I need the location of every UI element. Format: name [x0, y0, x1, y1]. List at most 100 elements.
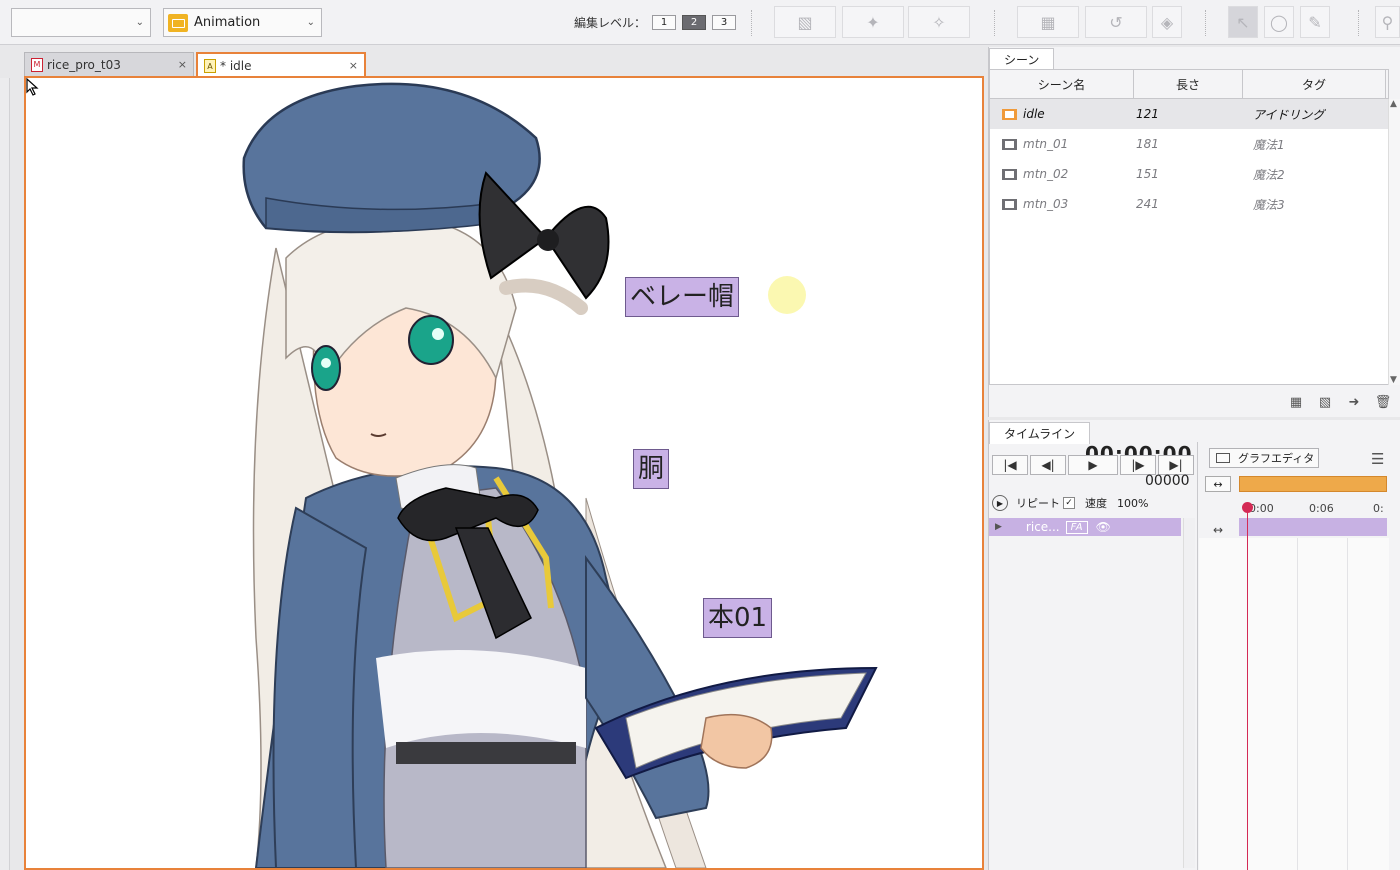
- layer-scrollbar[interactable]: [1183, 518, 1195, 868]
- ruler-label: 0:: [1373, 502, 1384, 515]
- scene-tag: アイドリング: [1253, 107, 1325, 122]
- go-to-end-icon[interactable]: ▶|: [1158, 455, 1194, 475]
- go-to-start-icon[interactable]: |◀: [992, 455, 1028, 475]
- graph-editor-label: グラフエディタ: [1238, 452, 1315, 465]
- table-row[interactable]: mtn_03 241 魔法3: [990, 189, 1388, 219]
- scene-tag: 魔法1: [1253, 137, 1285, 152]
- auto-mesh-icon[interactable]: ✧: [908, 6, 970, 38]
- mouse-cursor-icon: [26, 78, 39, 96]
- ruler-label: 0:06: [1309, 502, 1334, 515]
- repeat-label: リピート: [1016, 497, 1060, 510]
- workspace-dropdown[interactable]: ⌄: [11, 8, 151, 37]
- expand-arrow-icon[interactable]: ▶: [995, 522, 1002, 532]
- timeline-splitter[interactable]: [1197, 442, 1198, 870]
- speed-value[interactable]: 100%: [1117, 497, 1148, 510]
- scene-tag: 魔法3: [1253, 197, 1285, 212]
- scene-film-icon: [1002, 108, 1017, 120]
- edit-level-3-button[interactable]: 3: [712, 15, 737, 30]
- toolbar-separator: [1358, 10, 1359, 36]
- tab-timeline[interactable]: タイムライン: [989, 422, 1091, 444]
- timeline-layer-row[interactable]: ▶ rice... FA 👁: [989, 518, 1181, 536]
- scene-panel: シーン シーン名 長さ タグ idle 121 アイドリング mtn_01 18…: [988, 47, 1400, 417]
- tab-idle[interactable]: A * idle ×: [196, 52, 366, 78]
- new-scene-icon[interactable]: ▦: [1285, 393, 1307, 411]
- repeat-checkbox[interactable]: ✓: [1063, 497, 1075, 509]
- scene-actions: ▦ ▧ ➜ 🗑: [1285, 393, 1400, 411]
- edit-level-2-button[interactable]: 2: [682, 15, 707, 30]
- edit-level-label: 編集レベル：: [574, 16, 647, 30]
- timeline-ruler[interactable]: 0:00 0:06 0:: [1239, 498, 1389, 516]
- edit-level-group: 編集レベル： 1 2 3: [574, 14, 742, 31]
- scene-name: mtn_01: [1023, 137, 1069, 151]
- layer-badge: FA: [1065, 520, 1088, 534]
- part-label-book[interactable]: 本01: [703, 598, 773, 638]
- timeline-track[interactable]: [1239, 518, 1387, 536]
- playhead-handle[interactable]: [1242, 502, 1253, 513]
- column-header-scene-name[interactable]: シーン名: [990, 70, 1134, 98]
- toolbar-separator: [751, 10, 752, 36]
- scroll-down-icon[interactable]: ▼: [1390, 375, 1397, 385]
- edit-level-1-button[interactable]: 1: [652, 15, 677, 30]
- time-display: 00:00:00: [1085, 442, 1193, 456]
- tab-label: rice_pro_t03: [47, 57, 121, 72]
- previous-frame-icon[interactable]: ◀|: [1030, 455, 1066, 475]
- model-file-icon: M: [31, 57, 43, 72]
- eye-icon[interactable]: 👁: [1096, 520, 1111, 534]
- character-illustration: [242, 82, 878, 868]
- horizontal-zoom-icon[interactable]: ↔: [1205, 476, 1231, 492]
- tab-rice-pro-t03[interactable]: M rice_pro_t03 ×: [24, 52, 194, 77]
- deformer-path-icon[interactable]: ✦: [842, 6, 904, 38]
- scene-film-icon: [1002, 198, 1017, 210]
- import-scene-icon[interactable]: ➜: [1343, 393, 1365, 411]
- next-frame-icon[interactable]: |▶: [1120, 455, 1156, 475]
- scene-name: mtn_02: [1023, 167, 1069, 181]
- arrow-select-icon[interactable]: ↖: [1228, 6, 1258, 38]
- app-window: ⌄ Animation ⌄ 編集レベル： 1 2 3 ▧ ✦ ✧ ▦ ↺ ◈ ↖…: [0, 0, 1400, 870]
- pin-icon[interactable]: ⚲: [1375, 6, 1400, 38]
- timeline-grid[interactable]: [1199, 538, 1389, 870]
- playhead[interactable]: [1247, 506, 1248, 870]
- part-label-body[interactable]: 胴: [633, 449, 670, 489]
- close-icon[interactable]: ×: [349, 59, 358, 72]
- column-header-length[interactable]: 長さ: [1134, 70, 1243, 98]
- brush-select-icon[interactable]: ✎: [1300, 6, 1330, 38]
- scroll-up-icon[interactable]: ▲: [1390, 99, 1397, 109]
- loop-play-icon[interactable]: ▶: [992, 495, 1008, 511]
- menu-icon[interactable]: ☰: [1371, 450, 1384, 468]
- table-row[interactable]: idle 121 アイドリング: [990, 99, 1388, 129]
- person-parts-icon[interactable]: ▧: [774, 6, 836, 38]
- scene-tag: 魔法2: [1253, 167, 1285, 182]
- work-range-bar[interactable]: [1239, 476, 1387, 492]
- scene-name: mtn_03: [1023, 197, 1069, 211]
- cursor-highlight: [768, 276, 806, 314]
- resize-horizontal-icon[interactable]: ↔: [1213, 523, 1223, 537]
- tab-scene[interactable]: シーン: [989, 48, 1055, 69]
- scene-film-icon: [1002, 168, 1017, 180]
- scene-table: シーン名 長さ タグ idle 121 アイドリング mtn_01 181 魔法…: [989, 69, 1389, 385]
- scene-length: 241: [1136, 197, 1159, 211]
- graph-editor-button[interactable]: グラフエディタ: [1209, 448, 1319, 468]
- part-label-beret[interactable]: ベレー帽: [625, 277, 740, 317]
- mode-dropdown[interactable]: Animation ⌄: [163, 8, 322, 37]
- play-icon[interactable]: ▶: [1068, 455, 1118, 475]
- chevron-down-icon: ⌄: [306, 17, 315, 28]
- lasso-select-icon[interactable]: ◯: [1264, 6, 1294, 38]
- scene-length: 151: [1136, 167, 1159, 181]
- table-row[interactable]: mtn_02 151 魔法2: [990, 159, 1388, 189]
- glue-icon[interactable]: ◈: [1152, 6, 1182, 38]
- scene-scrollbar[interactable]: ▲ ▼: [1388, 99, 1400, 385]
- mode-dropdown-value: Animation: [194, 15, 261, 30]
- scene-length: 181: [1136, 137, 1159, 151]
- main-toolbar: ⌄ Animation ⌄ 編集レベル： 1 2 3 ▧ ✦ ✧ ▦ ↺ ◈ ↖…: [0, 0, 1400, 45]
- scene-film-icon: [1002, 138, 1017, 150]
- zoom-controls: ↔: [1205, 476, 1231, 492]
- close-icon[interactable]: ×: [178, 58, 187, 71]
- column-header-tag[interactable]: タグ: [1243, 70, 1386, 98]
- canvas-view[interactable]: ベレー帽 胴 本01: [24, 76, 984, 870]
- rotation-deformer-icon[interactable]: ↺: [1085, 6, 1147, 38]
- warp-deformer-icon[interactable]: ▦: [1017, 6, 1079, 38]
- scene-length: 121: [1136, 107, 1159, 121]
- table-row[interactable]: mtn_01 181 魔法1: [990, 129, 1388, 159]
- trash-icon[interactable]: 🗑: [1372, 393, 1394, 411]
- duplicate-scene-icon[interactable]: ▧: [1314, 393, 1336, 411]
